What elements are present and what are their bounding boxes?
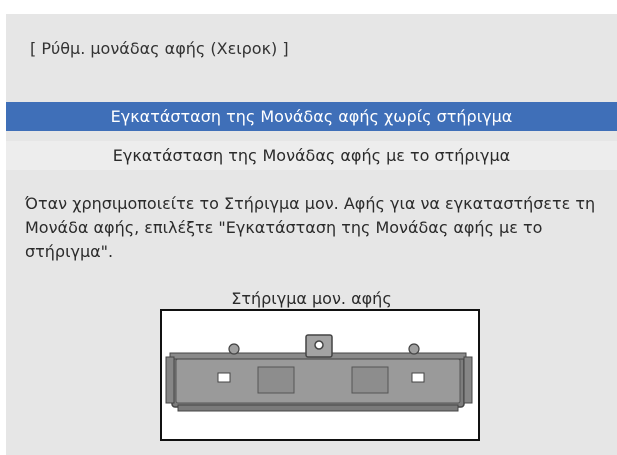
dialog-title: [ Ρύθμ. μονάδας αφής (Χειροκ) ]: [30, 39, 289, 58]
bracket-figure: [160, 309, 480, 441]
option-install-without-bracket[interactable]: Εγκατάσταση της Μονάδας αφής χωρίς στήρι…: [6, 102, 617, 131]
figure-caption: Στήριγμα μον. αφής: [231, 289, 392, 308]
touch-unit-bracket-icon: [165, 334, 473, 412]
settings-panel: [ Ρύθμ. μονάδας αφής (Χειροκ) ] Εγκατάστ…: [6, 14, 617, 455]
option-install-with-bracket[interactable]: Εγκατάσταση της Μονάδας αφής με το στήρι…: [6, 141, 617, 170]
description-text: Όταν χρησιμοποιείτε το Στήριγμα μον. Αφή…: [25, 194, 596, 261]
